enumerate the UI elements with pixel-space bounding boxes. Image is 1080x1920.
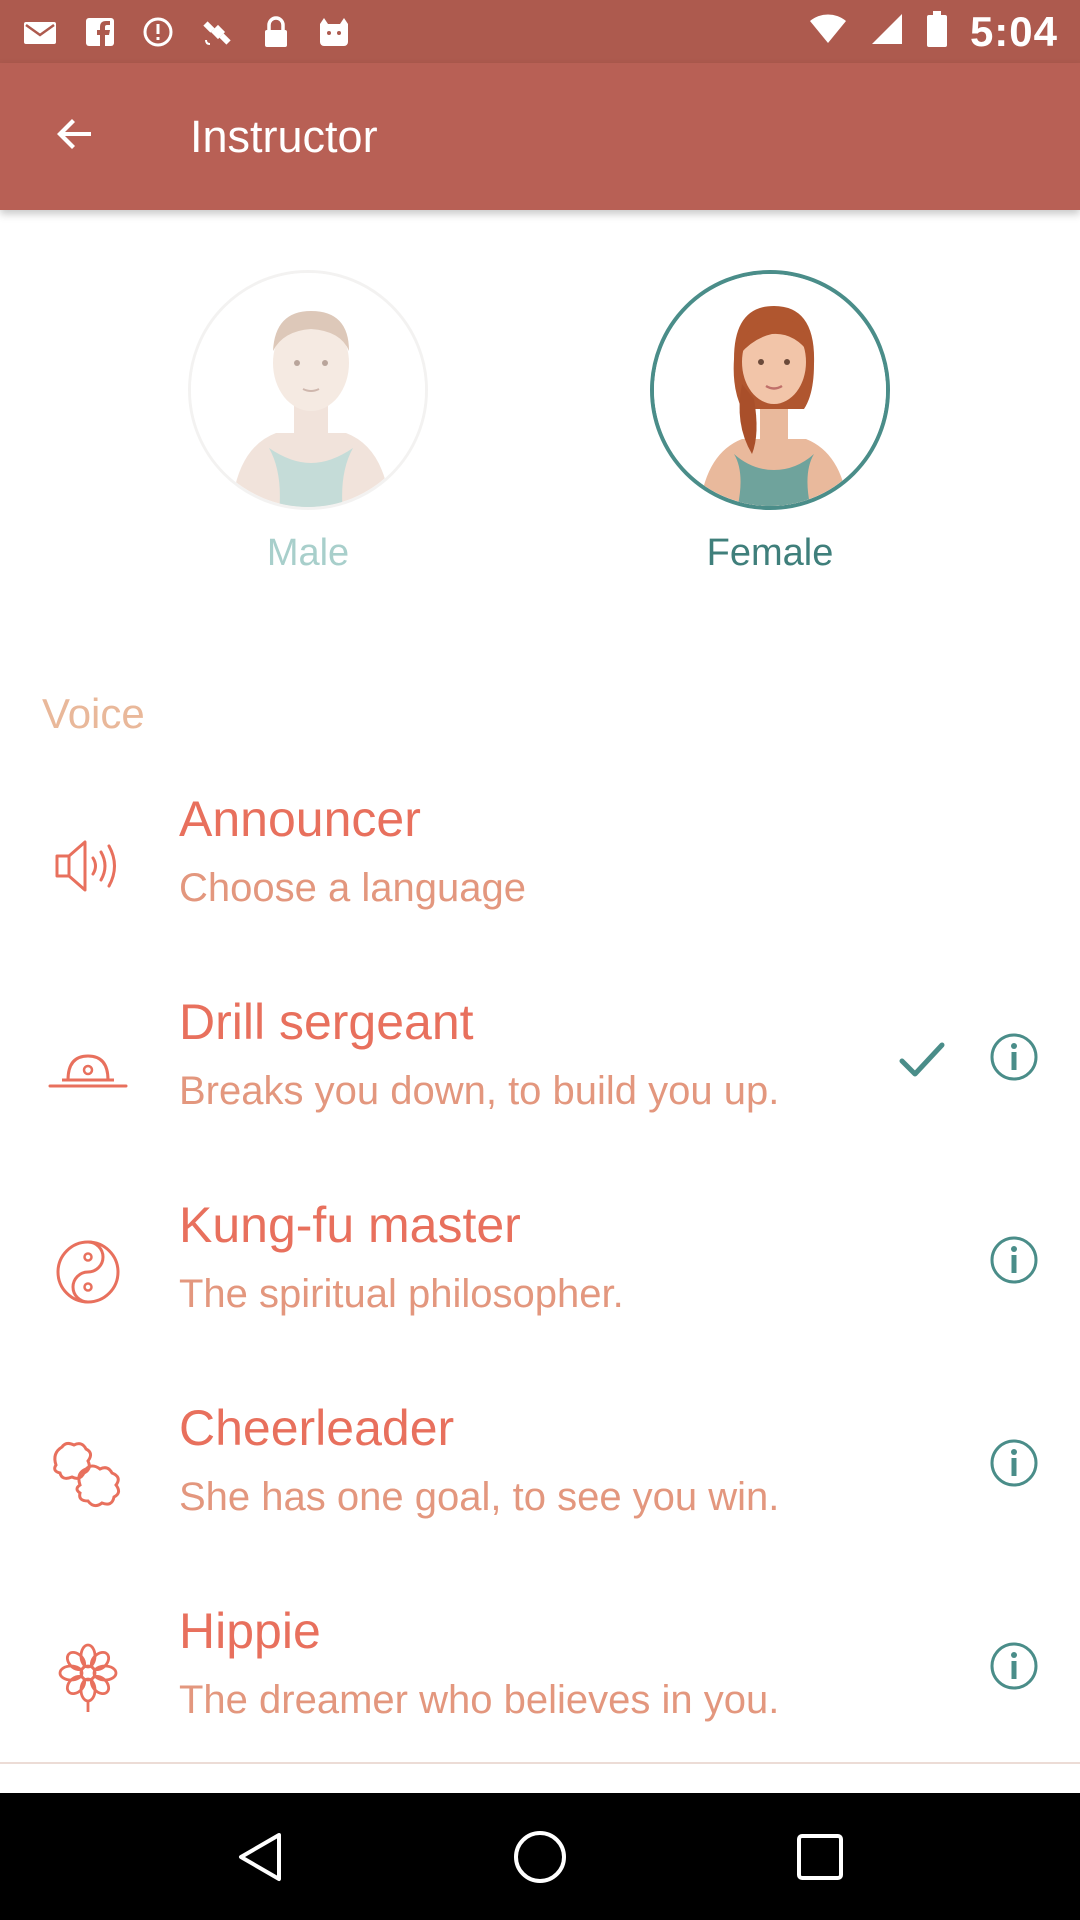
info-icon [990, 1236, 1038, 1284]
wifi-icon [808, 13, 848, 50]
instructor-selector: Male Female [0, 270, 1080, 590]
status-time: 5:04 [969, 7, 1058, 55]
battery-icon [926, 10, 948, 53]
check-icon [896, 1033, 948, 1085]
mail-icon [22, 18, 58, 46]
info-icon [990, 1642, 1038, 1690]
voice-item-title: Cheerleader [179, 1400, 455, 1456]
satellite-icon [200, 14, 236, 50]
info-icon [990, 1439, 1038, 1487]
voice-item-subtitle: She has one goal, to see you win. [179, 1475, 780, 1519]
nav-home-button[interactable] [500, 1817, 580, 1897]
nav-recents-button[interactable] [780, 1817, 860, 1897]
alert-icon [142, 16, 174, 48]
info-button[interactable] [988, 1437, 1040, 1489]
voice-item-hippie[interactable]: Hippie The dreamer who believes in you. [0, 1592, 1080, 1795]
instructor-option-female[interactable]: Female [645, 270, 895, 575]
yin-yang-icon [40, 1224, 136, 1320]
back-nav-icon [239, 1832, 281, 1881]
info-icon [990, 1033, 1038, 1081]
voice-item-subtitle: Breaks you down, to build you up. [179, 1069, 780, 1113]
voice-item-title: Announcer [179, 791, 421, 847]
instructor-label-female: Female [706, 532, 834, 574]
voice-list: Announcer Choose a language Drill sergea… [0, 780, 1080, 1795]
status-bar: 5:04 [0, 0, 1080, 63]
male-avatar [188, 270, 428, 510]
lock-icon [262, 15, 290, 49]
voice-item-subtitle: The dreamer who believes in you. [179, 1678, 780, 1722]
speaker-icon [40, 818, 136, 914]
pompom-icon [40, 1427, 136, 1523]
voice-item-title: Kung-fu master [179, 1197, 521, 1253]
info-button[interactable] [988, 1031, 1040, 1083]
voice-item-subtitle: The spiritual philosopher. [179, 1272, 624, 1316]
signal-icon [870, 12, 904, 51]
instructor-label-male: Male [266, 532, 350, 574]
facebook-icon [84, 16, 116, 48]
app-bar: Instructor [0, 63, 1080, 210]
arrow-back-icon [51, 110, 99, 163]
voice-item-title: Drill sergeant [179, 994, 474, 1050]
instructor-option-male[interactable]: Male [183, 270, 433, 575]
nav-back-button[interactable] [220, 1817, 300, 1897]
info-button[interactable] [988, 1640, 1040, 1692]
voice-item-kung-fu-master[interactable]: Kung-fu master The spiritual philosopher… [0, 1186, 1080, 1389]
voice-item-title: Hippie [179, 1603, 321, 1659]
status-icons-left [22, 14, 352, 50]
female-avatar [650, 270, 890, 510]
voice-item-drill-sergeant[interactable]: Drill sergeant Breaks you down, to build… [0, 983, 1080, 1186]
voice-item-announcer[interactable]: Announcer Choose a language [0, 780, 1080, 983]
recents-nav-icon [797, 1833, 843, 1880]
sergeant-hat-icon [40, 1021, 136, 1117]
home-nav-icon [514, 1830, 566, 1883]
flower-icon [40, 1630, 136, 1726]
status-icons-right: 5:04 [808, 8, 1058, 56]
system-nav-bar [0, 1793, 1080, 1920]
info-button[interactable] [988, 1234, 1040, 1286]
page-title: Instructor [190, 110, 378, 162]
voice-item-subtitle: Choose a language [179, 866, 526, 910]
cat-icon [316, 16, 352, 48]
divider [0, 1762, 1080, 1764]
back-button[interactable] [0, 63, 150, 210]
voice-item-cheerleader[interactable]: Cheerleader She has one goal, to see you… [0, 1389, 1080, 1592]
voice-section-title: Voice [42, 690, 145, 737]
